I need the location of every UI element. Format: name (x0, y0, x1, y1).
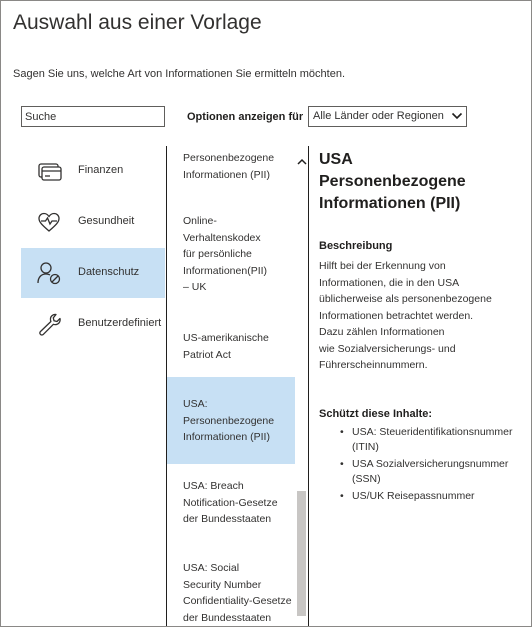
template-item-usa-breach[interactable]: USA: Breach Notification-Gesetze der Bun… (167, 478, 295, 528)
column-divider (308, 146, 309, 626)
template-item-line: der Bundesstaaten (183, 513, 272, 525)
template-item-line: Verhaltenskodex (183, 231, 261, 244)
protects-item-line: USA Sozialversicherungsnummer (352, 457, 509, 470)
category-label: Gesundheit (78, 215, 135, 227)
region-select-value: Alle Länder oder Regionen (313, 110, 444, 122)
credit-card-icon (38, 163, 62, 181)
template-item-line: Personenbezogene (183, 152, 275, 164)
filter-label: Optionen anzeigen für (187, 111, 304, 123)
description-line: üblicherweise als personenbezogene (319, 293, 492, 305)
template-item-line: Confidentiality-Gesetze (183, 595, 292, 607)
category-label: Datenschutz (78, 266, 140, 278)
template-item-line: USA: (183, 398, 208, 410)
detail-title: USA Personenbezogene Informationen (PII) (319, 149, 529, 215)
description-line: Informationen, die in den USA (319, 276, 460, 289)
detail-title-line: USA (319, 151, 353, 168)
protects-item-line: US/UK Reisepassnummer (352, 489, 475, 502)
category-label: Finanzen (78, 164, 124, 176)
protects-item: USA: Steueridentifikationsnummer (ITIN) (319, 425, 529, 456)
template-item-line: Patriot Act (183, 348, 231, 361)
protects-item-line: USA: Steueridentifikationsnummer (352, 425, 513, 438)
protects-list: USA: Steueridentifikationsnummer (ITIN) … (319, 425, 529, 505)
description-text: Hilft bei der Erkennung von Informatione… (319, 258, 529, 374)
scrollbar-thumb[interactable] (297, 491, 306, 616)
user-block-icon (37, 262, 61, 285)
description-line: Hilft bei der Erkennung von (319, 260, 446, 272)
template-item-line: Informationen(PII) (183, 264, 268, 277)
category-benutzerdefiniert[interactable]: Benutzerdefiniert (21, 299, 165, 349)
protects-item: USA Sozialversicherungsnummer (SSN) (319, 457, 529, 488)
description-heading: Beschreibung (319, 240, 393, 252)
template-item-line: Notification-Gesetze (183, 496, 278, 509)
category-datenschutz[interactable]: Datenschutz (21, 248, 165, 298)
template-item-line: Personenbezogene (183, 414, 275, 427)
template-item-online-code-uk[interactable]: Online- Verhaltenskodex für persönliche … (167, 213, 295, 296)
category-gesundheit[interactable]: Gesundheit (21, 197, 165, 247)
template-dialog: Auswahl aus einer Vorlage Sagen Sie uns,… (0, 0, 532, 627)
region-select[interactable]: Alle Länder oder Regionen (308, 106, 467, 127)
template-item-line: für persönliche (183, 248, 252, 260)
template-item-line: der Bundesstaaten (183, 611, 272, 624)
template-item-line: Informationen (PII) (183, 168, 270, 181)
protects-item-line: (SSN) (352, 473, 381, 485)
heart-pulse-icon (38, 212, 60, 232)
template-detail: USA Personenbezogene Informationen (PII)… (319, 146, 529, 505)
template-item-line: Security Number (183, 578, 262, 591)
template-item-pii[interactable]: Personenbezogene Informationen (PII) (167, 150, 295, 183)
wrench-icon (39, 313, 61, 336)
template-item-line: – UK (183, 281, 207, 293)
template-item-usa-ssn[interactable]: USA: Social Security Number Confidential… (167, 560, 295, 626)
dialog-subtitle: Sagen Sie uns, welche Art von Informatio… (13, 68, 346, 80)
dialog-title: Auswahl aus einer Vorlage (13, 11, 262, 34)
description-line: Führerscheinnummern. (319, 359, 428, 371)
description-line: Dazu zählen Informationen (319, 326, 445, 338)
chevron-down-icon (451, 112, 463, 120)
detail-title-line: Informationen (PII) (319, 195, 461, 212)
template-item-line: Online- (183, 215, 217, 227)
protects-heading: Schützt diese Inhalte: (319, 407, 433, 420)
template-list: Personenbezogene Informationen (PII) Onl… (167, 146, 295, 626)
chevron-up-icon[interactable] (297, 157, 307, 167)
search-input[interactable] (21, 106, 165, 127)
protects-item-line: (ITIN) (352, 441, 379, 453)
template-item-patriot-act[interactable]: US-amerikanische Patriot Act (167, 330, 295, 363)
category-finanzen[interactable]: Finanzen (21, 146, 165, 196)
template-item-line: Informationen (PII) (183, 431, 270, 443)
template-item-line: USA: Breach (183, 480, 244, 492)
template-item-usa-pii[interactable]: USA: Personenbezogene Informationen (PII… (167, 377, 295, 464)
description-line: Informationen betrachtet werden. (319, 309, 474, 322)
detail-title-line: Personenbezogene (319, 173, 466, 190)
protects-item: US/UK Reisepassnummer (319, 489, 529, 505)
description-line: wie Sozialversicherungs- und (319, 342, 456, 355)
template-list-scrollbar[interactable] (295, 146, 308, 626)
category-label: Benutzerdefiniert (78, 317, 162, 329)
template-item-line: USA: Social (183, 562, 240, 574)
template-item-line: US-amerikanische (183, 332, 269, 344)
